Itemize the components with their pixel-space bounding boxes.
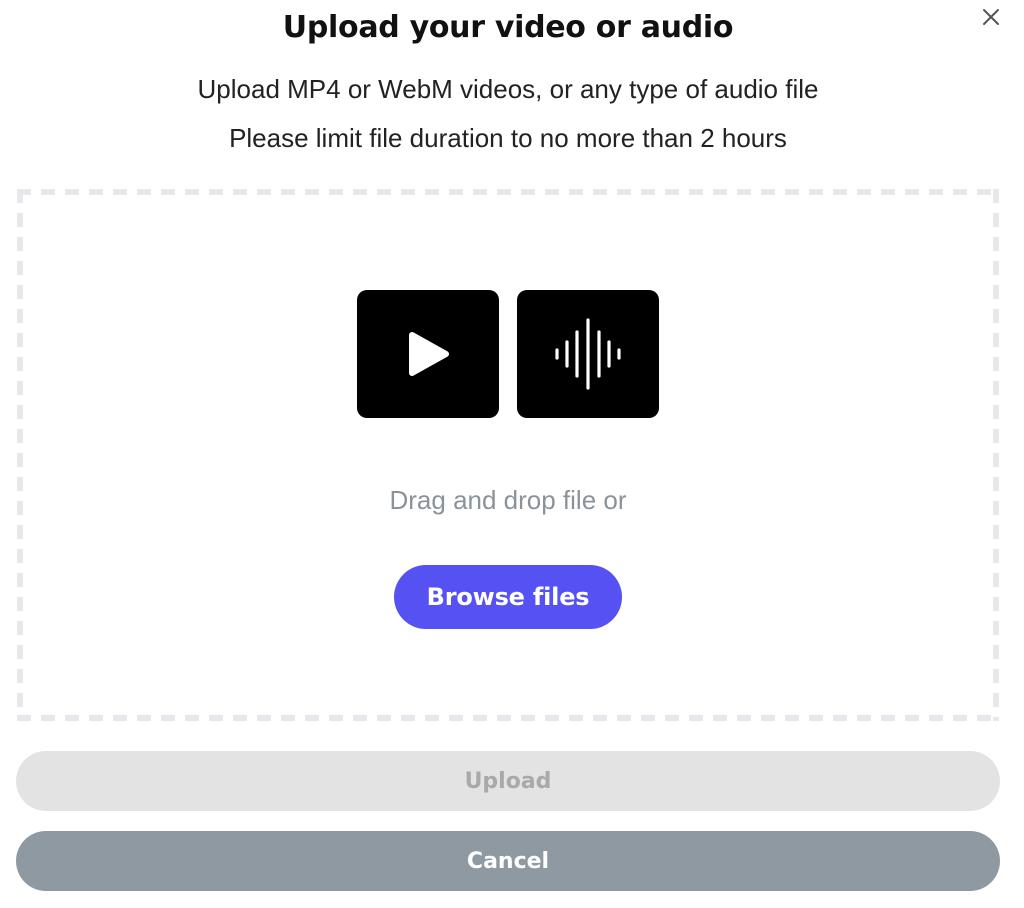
browse-files-button[interactable]: Browse files: [394, 565, 622, 629]
cancel-button[interactable]: Cancel: [16, 831, 1000, 891]
audio-file-tile: [517, 290, 659, 418]
audio-waveform-icon: [555, 318, 621, 390]
file-dropzone[interactable]: Drag and drop file or Browse files: [17, 189, 999, 721]
upload-button[interactable]: Upload: [16, 751, 1000, 811]
dialog-title: Upload your video or audio: [282, 10, 734, 45]
dialog-subtitle-duration: Please limit file duration to no more th…: [229, 123, 787, 153]
dialog-subtitle-formats: Upload MP4 or WebM videos, or any type o…: [197, 74, 819, 104]
play-icon: [409, 332, 449, 376]
dropzone-hint: Drag and drop file or: [389, 485, 627, 515]
video-file-tile: [357, 290, 499, 418]
